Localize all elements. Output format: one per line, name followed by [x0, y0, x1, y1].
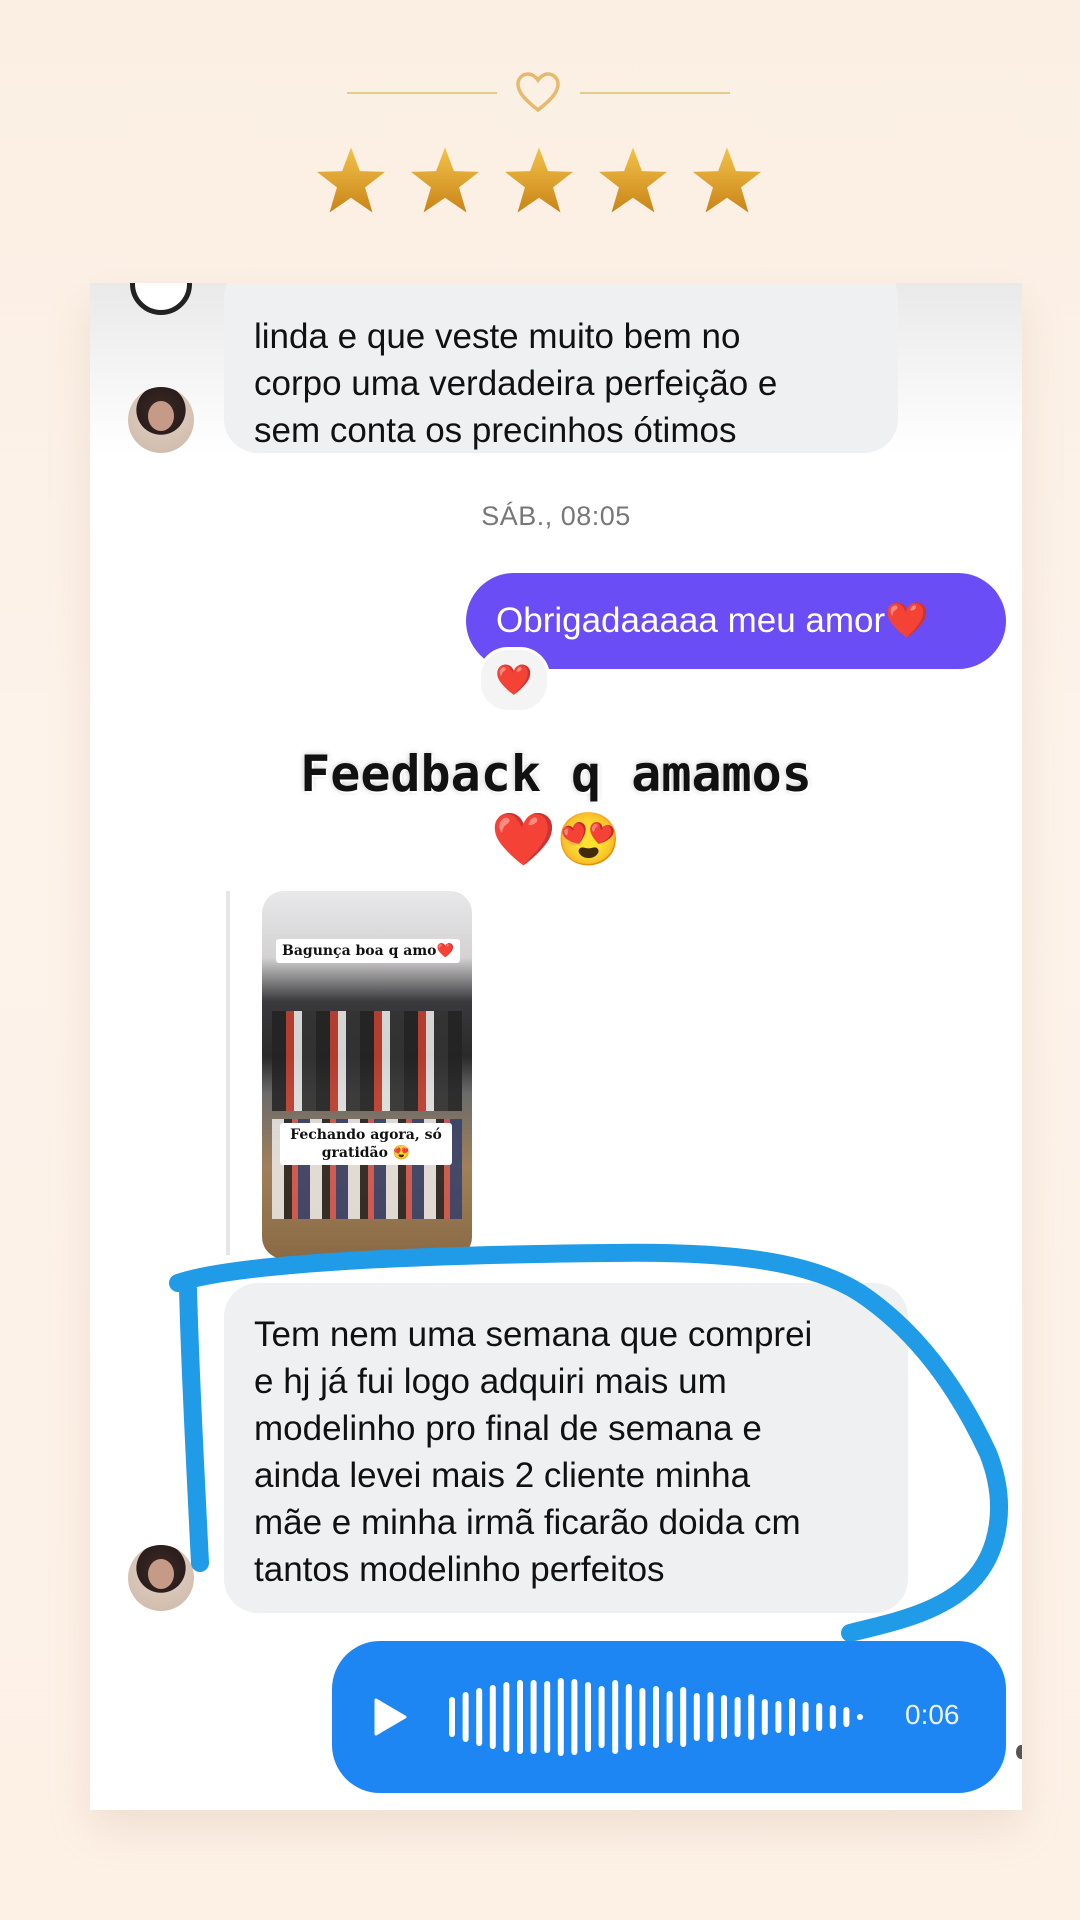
waveform-bar	[544, 1681, 551, 1753]
scroll-indicator	[1016, 1745, 1022, 1759]
waveform-bar	[653, 1686, 659, 1748]
waveform-bar	[598, 1686, 605, 1748]
waveform-bar	[517, 1680, 523, 1754]
waveform-bar	[802, 1702, 809, 1732]
message-line: modelinho pro final de semana e	[254, 1409, 762, 1448]
reply-bar	[226, 891, 230, 1255]
waveform-bar	[680, 1687, 687, 1747]
waveform-bar	[816, 1703, 823, 1731]
play-icon[interactable]	[372, 1697, 408, 1737]
header-decoration	[0, 0, 1080, 260]
waveform-bar	[489, 1685, 496, 1749]
waveform-bar	[761, 1699, 768, 1735]
clothes-rack	[272, 1011, 462, 1111]
waveform-bar	[734, 1697, 741, 1737]
divider-line-left	[347, 92, 497, 94]
waveform-bar	[829, 1705, 836, 1729]
waveform-bar	[721, 1695, 727, 1739]
divider-line-right	[580, 92, 730, 94]
waveform-bar	[530, 1680, 537, 1754]
waveform-bar	[462, 1692, 469, 1742]
waveform-bar	[789, 1698, 795, 1736]
waveform-bar	[585, 1682, 591, 1752]
waveform-bar	[449, 1697, 455, 1737]
incoming-message[interactable]: linda e que veste muito bem no corpo uma…	[224, 283, 898, 453]
heart-outline-icon	[516, 72, 560, 113]
star-icon	[316, 147, 386, 213]
message-line: ainda levei mais 2 cliente minha	[254, 1456, 751, 1495]
star-icon	[598, 147, 668, 213]
waveform-bar	[571, 1679, 578, 1755]
waveform-bar	[693, 1693, 700, 1741]
message-line: linda e que veste muito bem no	[254, 317, 741, 356]
outgoing-message[interactable]: Obrigadaaaaa meu amor❤️	[466, 573, 1006, 669]
chat-screenshot: linda e que veste muito bem no corpo uma…	[90, 283, 1022, 1810]
star-icon	[410, 147, 480, 213]
message-line: corpo uma verdadeira perfeição e	[254, 364, 778, 403]
avatar[interactable]	[128, 387, 194, 453]
avatar[interactable]	[128, 1545, 194, 1611]
waveform-bar	[707, 1692, 714, 1742]
waveform-bar	[612, 1680, 619, 1754]
story-overlay-title: Feedback q amamos	[300, 745, 812, 803]
rating-stars	[314, 144, 764, 224]
waveform-bar	[503, 1682, 510, 1752]
story-thumbnail[interactable]: Bagunça boa q amo❤️ Fechando agora, só g…	[262, 891, 472, 1259]
waveform-bar	[843, 1707, 850, 1727]
waveform-bar	[639, 1688, 646, 1746]
story-caption-top: Bagunça boa q amo❤️	[276, 939, 460, 963]
message-line: e hj já fui logo adquiri mais um	[254, 1362, 727, 1401]
waveform-bar	[857, 1714, 863, 1720]
heart-reaction[interactable]: ❤️	[478, 647, 550, 713]
star-icon	[692, 147, 762, 213]
star-icon	[504, 147, 574, 213]
waveform-bar	[666, 1691, 673, 1743]
voice-message[interactable]: 0:06	[332, 1641, 1006, 1793]
message-line: sem conta os precinhos ótimos	[254, 411, 737, 450]
waveform-bar	[476, 1688, 483, 1746]
story-caption-bottom: Fechando agora, só gratidão 😍	[280, 1123, 452, 1165]
audio-waveform[interactable]	[445, 1677, 885, 1757]
message-line: mãe e minha irmã ficarão doida cm	[254, 1503, 801, 1542]
waveform-bar	[775, 1701, 782, 1733]
message-line: tantos modelinho perfeitos	[254, 1550, 665, 1589]
waveform-bar	[748, 1694, 755, 1740]
timestamp: SÁB., 08:05	[481, 501, 631, 531]
waveform-bar	[625, 1684, 632, 1750]
waveform-bar	[557, 1678, 564, 1756]
message-line: Tem nem uma semana que comprei	[254, 1315, 813, 1354]
incoming-message-highlighted[interactable]: Tem nem uma semana que comprei e hj já f…	[224, 1283, 908, 1613]
voice-duration: 0:06	[905, 1699, 960, 1730]
story-overlay-emojis: ❤️😍	[491, 811, 621, 869]
